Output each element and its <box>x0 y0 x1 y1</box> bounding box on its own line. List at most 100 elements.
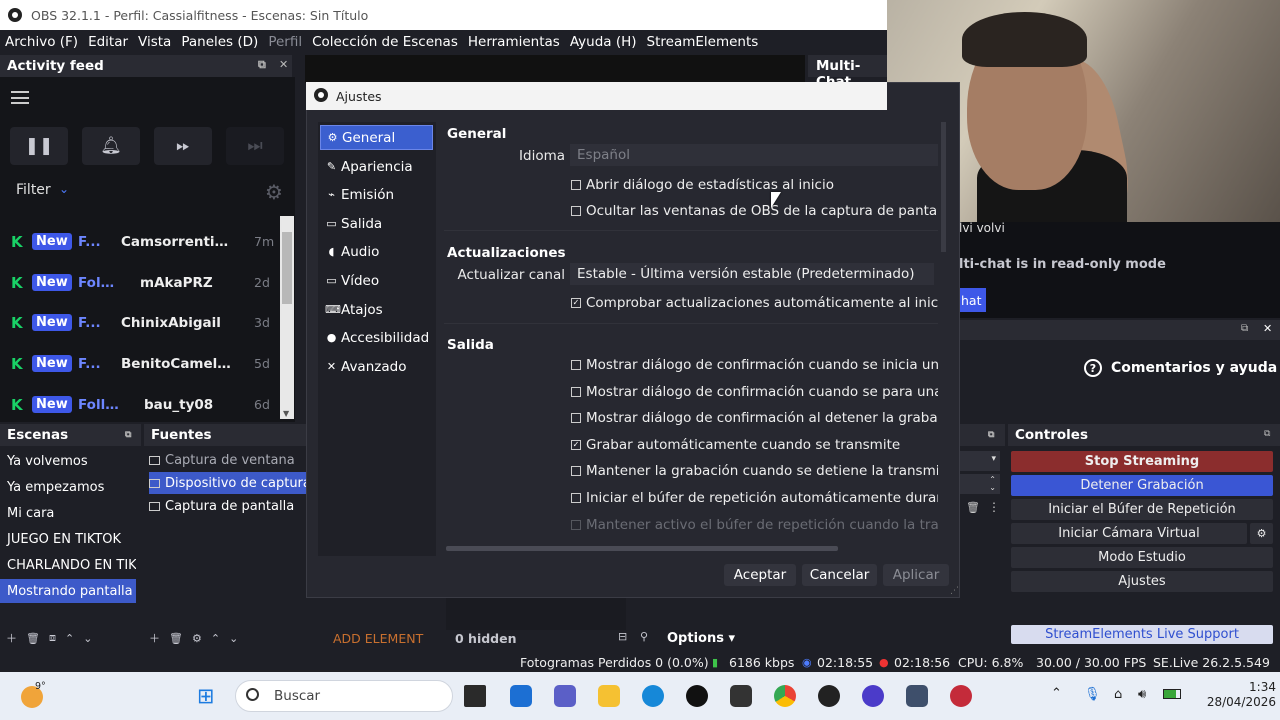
stop-recording-button[interactable]: Detener Grabación <box>1011 475 1273 496</box>
auto-record-checkbox[interactable]: ✓ Grabar automáticamente cuando se transm… <box>571 437 900 453</box>
studio-mode-button[interactable]: Modo Estudio <box>1011 547 1273 568</box>
task-view-icon[interactable] <box>464 685 486 707</box>
teams-icon[interactable] <box>554 685 576 707</box>
source-item-selected[interactable]: Dispositivo de captura <box>149 472 306 494</box>
obs-taskbar-icon[interactable] <box>818 685 840 707</box>
move-up-icon[interactable]: ⌃ <box>65 632 74 645</box>
chevron-up-icon[interactable]: ⌃ <box>1051 686 1062 701</box>
category-general[interactable]: ⚙ General <box>320 125 433 150</box>
chevron-down-icon[interactable]: ⌄ <box>59 182 69 196</box>
auto-replay-buffer-checkbox[interactable]: Iniciar el búfer de repetición automátic… <box>571 490 938 506</box>
category-audio[interactable]: ◖ Audio <box>320 239 433 264</box>
taskbar-search[interactable]: Buscar <box>235 680 453 712</box>
language-select[interactable]: Español <box>570 144 938 166</box>
settings-horizontal-scrollbar[interactable] <box>446 546 838 551</box>
feed-item[interactable]: K New F... ChinixAbigail 3d <box>0 302 280 343</box>
add-element-button[interactable]: ADD ELEMENT <box>333 631 423 646</box>
hamburger-menu-icon[interactable] <box>11 91 29 104</box>
app-icon[interactable] <box>862 685 884 707</box>
pause-feed-button[interactable]: ❚❚ <box>10 127 68 165</box>
menu-vista[interactable]: Vista <box>138 34 171 50</box>
move-down-icon[interactable]: ⌄ <box>83 632 92 645</box>
more-icon[interactable]: ⋮ <box>988 500 1000 514</box>
menu-editar[interactable]: Editar <box>88 34 128 50</box>
close-dock-icon[interactable]: ✕ <box>1263 322 1272 335</box>
store-icon[interactable] <box>510 685 532 707</box>
battery-icon[interactable] <box>1163 689 1181 699</box>
source-item[interactable]: Captura de ventana <box>149 449 306 471</box>
settings-vertical-scrollbar[interactable] <box>941 122 946 252</box>
filter-label[interactable]: Filter <box>16 182 51 198</box>
scene-item-selected[interactable]: Mostrando pantalla <box>0 579 136 603</box>
skip-end-button[interactable]: ⏭︎ <box>226 127 284 165</box>
capcut-icon[interactable] <box>730 685 752 707</box>
menu-perfil[interactable]: Perfil <box>268 34 302 50</box>
category-avanzado[interactable]: ✕ Avanzado <box>320 354 433 379</box>
category-atajos[interactable]: ⌨ Atajos <box>320 297 433 322</box>
scrollbar-thumb[interactable] <box>282 232 292 304</box>
menu-paneles[interactable]: Paneles (D) <box>181 34 258 50</box>
trash-icon[interactable]: 🗑︎ <box>169 632 183 645</box>
chat-button[interactable]: hat <box>960 288 986 312</box>
feed-scrollbar[interactable]: ▼ <box>280 216 294 419</box>
auto-update-checkbox[interactable]: ✓ Comprobar actualizaciones automáticamen… <box>571 295 938 311</box>
file-explorer-icon[interactable] <box>598 685 620 707</box>
float-dock-icon[interactable]: ⧉ <box>1241 323 1248 334</box>
menu-archivo[interactable]: Archivo (F) <box>5 34 78 50</box>
transition-select[interactable]: ▾ <box>960 451 1000 471</box>
category-salida[interactable]: ▭ Salida <box>320 211 433 236</box>
chrome-icon[interactable] <box>774 685 796 707</box>
volume-icon[interactable]: 🔊︎ <box>1138 687 1146 702</box>
scene-item[interactable]: Ya empezamos <box>0 475 136 499</box>
alerts-button[interactable]: 🔔︎ <box>82 127 140 165</box>
streamelements-support-link[interactable]: StreamElements Live Support <box>1011 625 1273 644</box>
source-item[interactable]: Captura de pantalla <box>149 495 306 517</box>
add-icon[interactable]: ＋ <box>149 630 160 646</box>
menu-ayuda[interactable]: Ayuda (H) <box>570 34 637 50</box>
hide-obs-windows-checkbox[interactable]: Ocultar las ventanas de OBS de la captur… <box>571 203 938 219</box>
scroll-down-icon[interactable]: ▼ <box>283 409 289 418</box>
confirm-stop-stream-checkbox[interactable]: Mostrar diálogo de confirmación cuando s… <box>571 384 938 400</box>
feed-item[interactable]: K New Follo... bau_ty08 6d <box>0 384 280 425</box>
taskbar-clock[interactable]: 1:34 28/04/2026 <box>1202 680 1276 710</box>
apply-button[interactable]: Aplicar <box>883 564 949 586</box>
category-video[interactable]: ▭ Vídeo <box>320 268 433 293</box>
move-up-icon[interactable]: ⌃ <box>211 632 220 645</box>
close-dock-icon[interactable]: ✕ <box>279 58 288 71</box>
keep-replay-buffer-checkbox[interactable]: Mantener activo el búfer de repetición c… <box>571 517 938 533</box>
resize-grip-icon[interactable]: ⋰ <box>950 586 959 596</box>
trash-icon[interactable]: 🗑︎ <box>966 501 980 514</box>
tiktok-icon[interactable] <box>686 685 708 707</box>
skip-alert-button[interactable]: ⏩︎ <box>154 127 212 165</box>
replay-buffer-button[interactable]: Iniciar el Búfer de Repetición <box>1011 499 1273 520</box>
virtual-camera-button[interactable]: Iniciar Cámara Virtual <box>1011 523 1247 544</box>
link-icon[interactable]: ⚲ <box>640 630 648 643</box>
menu-streamelements[interactable]: StreamElements <box>647 34 759 50</box>
options-button[interactable]: Options ▾ <box>667 631 735 646</box>
category-emision[interactable]: ⌁ Emisión <box>320 182 433 207</box>
float-dock-icon[interactable]: ⧉ <box>258 58 266 72</box>
stop-streaming-button[interactable]: Stop Streaming <box>1011 451 1273 472</box>
add-icon[interactable]: ＋ <box>6 630 17 646</box>
menu-coleccion[interactable]: Colección de Escenas <box>312 34 458 50</box>
update-channel-select[interactable]: Estable - Última versión estable (Predet… <box>570 263 934 285</box>
category-apariencia[interactable]: ✎ Apariencia <box>320 154 433 179</box>
confirm-stop-recording-checkbox[interactable]: Mostrar diálogo de confirmación al deten… <box>571 410 938 426</box>
stats-dialog-checkbox[interactable]: Abrir diálogo de estadísticas al inicio <box>571 177 834 193</box>
scene-item[interactable]: JUEGO EN TIKTOK <box>0 527 136 551</box>
feed-item[interactable]: K New F... Camsorrentinojy 7m <box>0 221 280 262</box>
gear-icon[interactable]: ⚙ <box>192 632 202 645</box>
network-icon[interactable]: ⌂ <box>1114 687 1122 702</box>
duration-spinner[interactable]: ⌃ ⌄ <box>960 474 1000 494</box>
windows-start-icon[interactable]: ⊞ <box>197 685 215 707</box>
float-dock-icon[interactable]: ⧉ <box>988 430 994 440</box>
gear-icon[interactable]: ⚙ <box>265 180 283 204</box>
layout-icon[interactable]: ⊟ <box>618 630 627 643</box>
category-accesibilidad[interactable]: ● Accesibilidad <box>320 325 433 350</box>
scene-item[interactable]: CHARLANDO EN TIK <box>0 553 136 577</box>
settings-app-icon[interactable] <box>906 685 928 707</box>
microphone-icon[interactable]: 🎙︎ <box>1084 687 1101 702</box>
edge-icon[interactable] <box>642 685 664 707</box>
feedback-link[interactable]: ? Comentarios y ayuda <box>1084 359 1277 377</box>
cancel-button[interactable]: Cancelar <box>802 564 877 586</box>
